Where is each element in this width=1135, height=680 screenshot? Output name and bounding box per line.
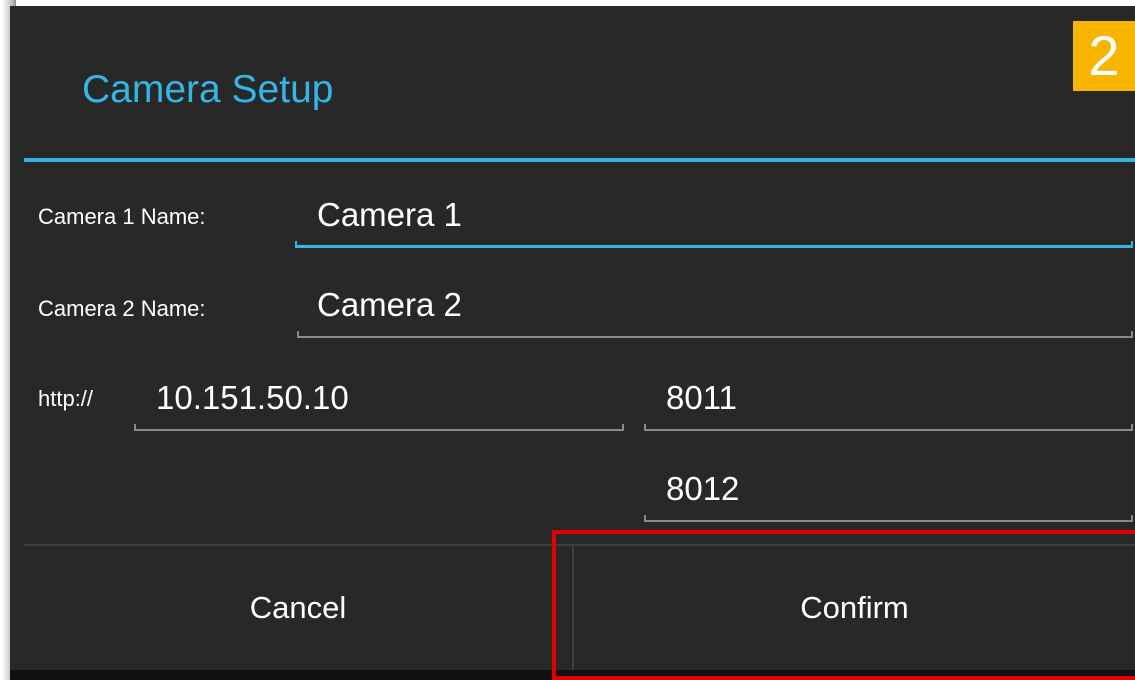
field-underline — [134, 429, 624, 431]
field-underline — [295, 245, 1133, 248]
field-underline — [644, 429, 1133, 431]
field-underline — [644, 520, 1133, 522]
camera1-name-value: Camera 1 — [317, 196, 462, 233]
camera2-name-field[interactable]: Camera 2 — [297, 286, 1133, 338]
camera-setup-dialog: Camera Setup 2 Camera 1 Name: Camera 1 C… — [10, 6, 1135, 680]
camera2-name-value: Camera 2 — [317, 286, 462, 323]
confirm-button-label: Confirm — [800, 590, 909, 625]
dialog-title: Camera Setup — [82, 68, 334, 111]
protocol-label: http:// — [38, 386, 94, 411]
confirm-button[interactable]: Confirm — [574, 546, 1135, 670]
title-divider — [24, 158, 1135, 162]
field-underline — [297, 336, 1133, 338]
camera1-name-field[interactable]: Camera 1 — [295, 196, 1133, 248]
bottom-strip — [10, 670, 1135, 680]
cancel-button[interactable]: Cancel — [24, 546, 572, 670]
camera1-name-label: Camera 1 Name: — [38, 204, 206, 229]
cancel-button-label: Cancel — [249, 590, 347, 625]
server-host-value: 10.151.50.10 — [156, 379, 349, 416]
step-number-badge: 2 — [1073, 21, 1135, 91]
port2-value: 8012 — [666, 470, 740, 507]
port1-value: 8011 — [666, 379, 737, 416]
camera2-name-label: Camera 2 Name: — [38, 296, 206, 321]
server-host-field[interactable]: 10.151.50.10 — [134, 379, 624, 431]
port1-field[interactable]: 8011 — [644, 379, 1133, 431]
port2-field[interactable]: 8012 — [644, 470, 1133, 522]
